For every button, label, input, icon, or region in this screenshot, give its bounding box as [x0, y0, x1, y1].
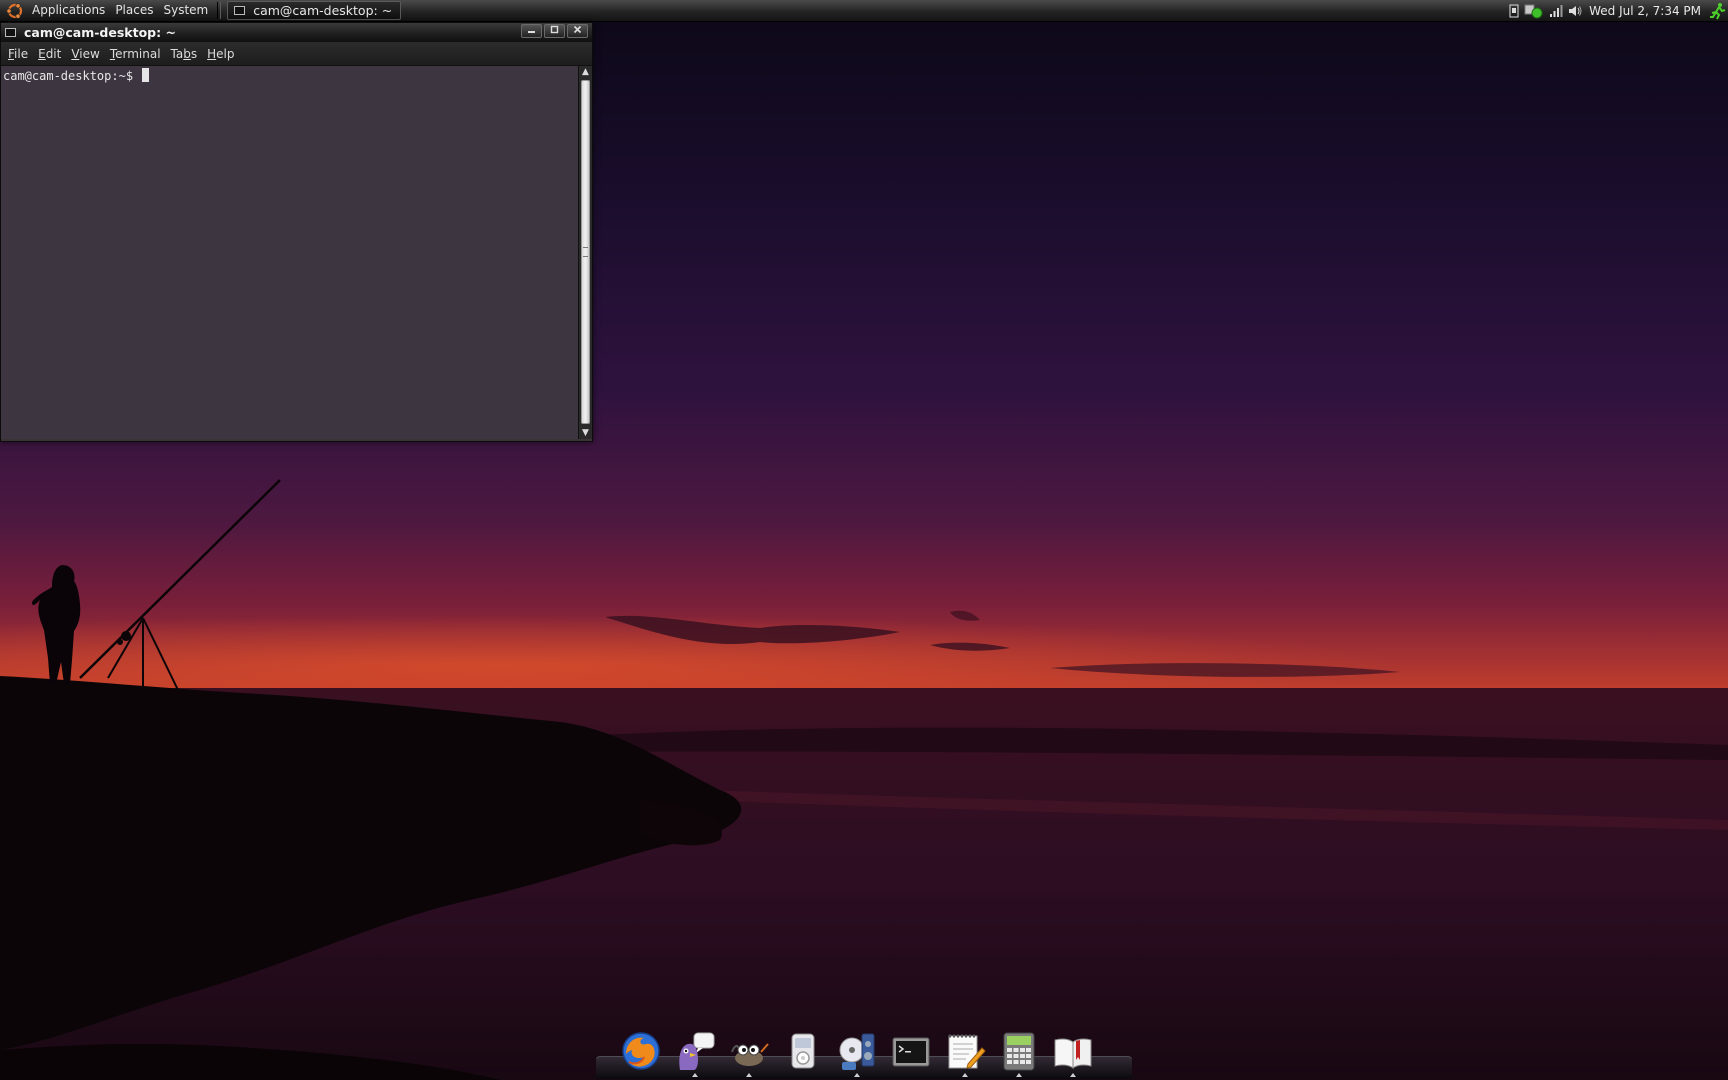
applications-menu[interactable]: Applications: [27, 1, 110, 20]
running-indicator: [1016, 1073, 1022, 1077]
minimize-button[interactable]: [521, 24, 542, 38]
menu-help-mnemonic: H: [207, 46, 217, 61]
calculator-icon: [1003, 1032, 1035, 1071]
dictionary-icon: [1054, 1038, 1092, 1069]
dock-item-firefox[interactable]: [620, 1026, 662, 1072]
minimize-icon: [528, 31, 535, 33]
ubuntu-logo-icon[interactable]: [6, 2, 24, 20]
desktop: Applications Places System cam@cam-deskt…: [0, 0, 1728, 1080]
terminal-text-area[interactable]: cam@cam-desktop:~$: [1, 66, 578, 439]
dock-item-gimp[interactable]: [728, 1026, 770, 1077]
terminal-window: cam@cam-desktop: ~ File Edit View Termin…: [0, 22, 593, 442]
terminal-icon: [892, 1037, 930, 1067]
running-man-icon: [1710, 2, 1726, 19]
pidgin-icon: [679, 1032, 715, 1070]
menu-file-label: ile: [14, 46, 29, 61]
vertical-scrollbar[interactable]: ▲ ▼: [578, 66, 592, 439]
menu-tabs-mnemonic: b: [183, 46, 191, 61]
taskbar-button-terminal[interactable]: cam@cam-desktop: ~: [227, 1, 402, 20]
volume-icon[interactable]: [1568, 4, 1582, 18]
system-menu[interactable]: System: [158, 1, 213, 20]
running-indicator: [692, 1073, 698, 1077]
firefox-icon: [622, 1032, 660, 1070]
maximize-icon: [550, 25, 559, 34]
panel-menu-bar: Applications Places System: [27, 1, 213, 20]
dock-item-terminal[interactable]: [890, 1026, 932, 1072]
top-panel: Applications Places System cam@cam-deskt…: [0, 0, 1728, 22]
clock[interactable]: Wed Jul 2, 7:34 PM: [1589, 4, 1701, 18]
menu-view-label: iew: [79, 46, 100, 61]
sound-juicer-icon: [839, 1033, 875, 1070]
menu-edit[interactable]: Edit: [33, 47, 66, 61]
menu-tabs[interactable]: Tabs: [166, 47, 203, 61]
maximize-button[interactable]: [544, 24, 565, 38]
menu-tabs-prefix: Ta: [170, 46, 184, 61]
running-indicator: [854, 1073, 860, 1077]
scrollbar-grip: [583, 247, 588, 257]
running-indicator: [1070, 1073, 1076, 1077]
close-button[interactable]: [567, 24, 588, 38]
panel-separator: [217, 2, 222, 19]
window-title-bar[interactable]: cam@cam-desktop: ~: [1, 23, 592, 42]
menu-edit-label: dit: [45, 46, 62, 61]
menu-file[interactable]: File: [3, 47, 33, 61]
taskbar-button-label: cam@cam-desktop: ~: [253, 3, 393, 18]
menu-terminal-label: erminal: [115, 46, 161, 61]
menu-terminal[interactable]: Terminal: [105, 47, 166, 61]
dock-item-dictionary[interactable]: [1052, 1026, 1094, 1077]
running-indicator: [962, 1073, 968, 1077]
terminal-icon: [5, 28, 16, 37]
signal-strength-icon[interactable]: [1549, 4, 1563, 18]
terminal-menu-bar: File Edit View Terminal Tabs Help: [1, 42, 592, 66]
dock-item-music-player[interactable]: [782, 1026, 824, 1072]
menu-view[interactable]: View: [66, 47, 104, 61]
scroll-down-arrow-icon[interactable]: ▼: [579, 427, 592, 439]
scrollbar-thumb[interactable]: [581, 80, 590, 424]
places-menu[interactable]: Places: [110, 1, 158, 20]
network-status-icon[interactable]: [1524, 3, 1544, 19]
dock-item-pidgin[interactable]: [674, 1026, 716, 1077]
window-controls: [521, 24, 588, 38]
close-icon: [573, 25, 582, 34]
logout-button[interactable]: [1710, 2, 1726, 20]
text-editor-icon: [948, 1034, 986, 1069]
window-title: cam@cam-desktop: ~: [24, 25, 176, 40]
running-indicator: [746, 1073, 752, 1077]
scroll-up-arrow-icon[interactable]: ▲: [579, 66, 592, 78]
menu-edit-mnemonic: E: [38, 46, 46, 61]
dock: [620, 1022, 1094, 1077]
terminal-icon: [234, 6, 246, 15]
shell-prompt: cam@cam-desktop:~$: [3, 69, 141, 83]
dock-item-text-editor[interactable]: [944, 1026, 986, 1077]
dock-item-calculator[interactable]: [998, 1026, 1040, 1077]
dock-item-sound-juicer[interactable]: [836, 1026, 878, 1077]
menu-help[interactable]: Help: [202, 47, 239, 61]
prompt-line: cam@cam-desktop:~$: [3, 68, 150, 83]
keyboard-indicator-icon[interactable]: [1509, 4, 1519, 18]
notification-area: Wed Jul 2, 7:34 PM: [1509, 0, 1728, 21]
menu-tabs-label: s: [190, 46, 198, 61]
music-player-icon: [791, 1033, 815, 1069]
gimp-icon: [731, 1043, 769, 1066]
menu-help-label: elp: [216, 46, 235, 61]
text-cursor: [142, 68, 150, 82]
